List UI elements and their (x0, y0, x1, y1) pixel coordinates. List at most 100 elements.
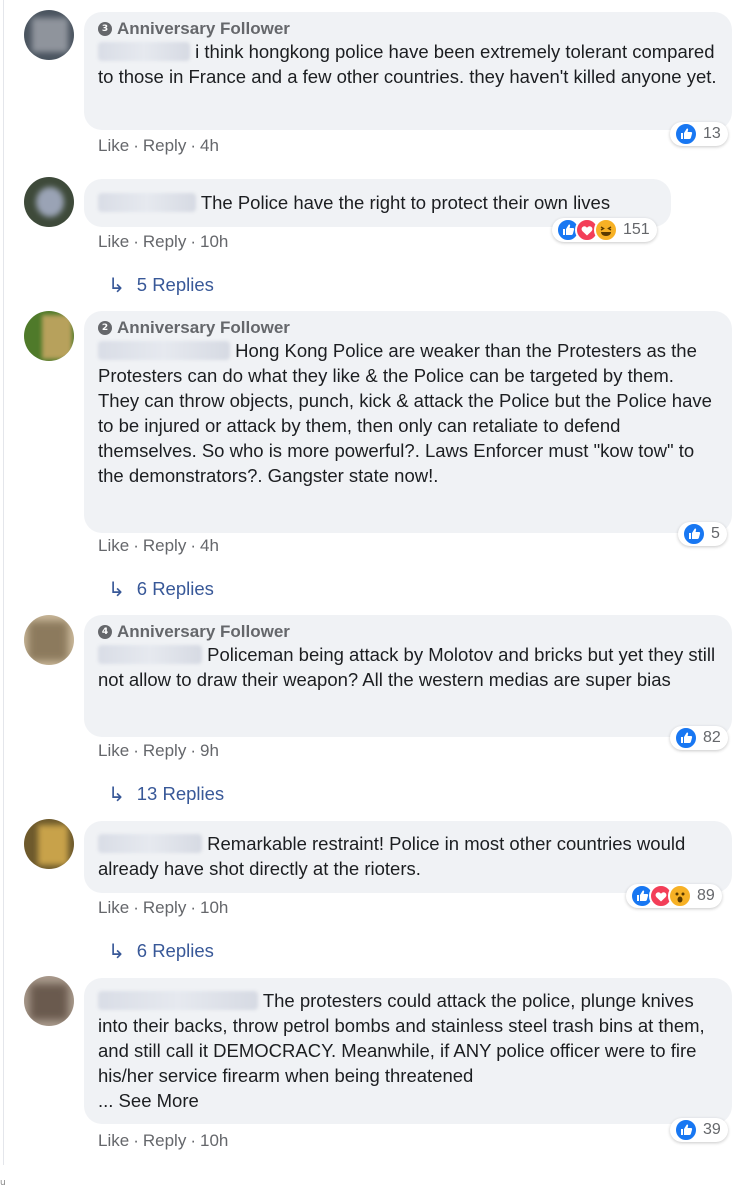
timestamp[interactable]: 9h (200, 741, 219, 760)
comment-actions: Like · Reply · 4h (98, 136, 219, 156)
comment-text: The protesters could attack the police, … (98, 988, 718, 1113)
author-name[interactable] (98, 341, 230, 360)
reaction-summary[interactable]: 82 (670, 726, 728, 750)
comment-body: Hong Kong Police are weaker than the Pro… (98, 340, 712, 486)
avatar[interactable] (24, 177, 74, 227)
timestamp[interactable]: 4h (200, 536, 219, 555)
like-link[interactable]: Like (98, 741, 129, 760)
reply-link[interactable]: Reply (143, 232, 186, 251)
comment-text: i think hongkong police have been extrem… (98, 39, 718, 89)
separator: · (133, 741, 139, 760)
avatar[interactable] (24, 311, 74, 361)
like-link[interactable]: Like (98, 898, 129, 917)
reaction-count: 89 (697, 887, 715, 904)
reply-link[interactable]: Reply (143, 1131, 186, 1150)
wow-reaction-icon (668, 884, 692, 908)
comment-bubble: The protesters could attack the police, … (84, 978, 732, 1124)
replies-count: 6 Replies (136, 578, 214, 599)
reaction-summary[interactable]: 89 (626, 884, 722, 908)
badge-label: Anniversary Follower (117, 318, 290, 337)
separator: · (190, 136, 196, 155)
comment-bubble: 2 Anniversary Follower Hong Kong Police … (84, 311, 732, 533)
reply-link[interactable]: Reply (143, 741, 186, 760)
separator: · (190, 741, 196, 760)
comment-actions: Like · Reply · 9h (98, 741, 219, 761)
comment-actions: Like · Reply · 10h (98, 232, 228, 252)
view-replies-link[interactable]: ↳ 13 Replies (108, 783, 224, 805)
avatar[interactable] (24, 10, 74, 60)
reaction-summary[interactable]: 39 (670, 1118, 728, 1142)
reply-arrow-icon: ↳ (108, 577, 125, 601)
view-replies-link[interactable]: ↳ 6 Replies (108, 940, 214, 962)
author-name[interactable] (98, 193, 196, 212)
badge-label: Anniversary Follower (117, 19, 290, 38)
reaction-count: 151 (623, 221, 650, 238)
author-name[interactable] (98, 834, 202, 853)
separator: · (190, 1131, 196, 1150)
comment-body: The Police have the right to protect the… (200, 192, 611, 213)
left-rule (3, 0, 4, 1165)
badge-icon: 2 (98, 321, 112, 335)
badge-icon: 3 (98, 22, 112, 36)
avatar[interactable] (24, 615, 74, 665)
anniversary-badge: 2 Anniversary Follower (98, 318, 718, 338)
like-link[interactable]: Like (98, 536, 129, 555)
separator: · (133, 898, 139, 917)
like-link[interactable]: Like (98, 232, 129, 251)
haha-reaction-icon (594, 218, 618, 242)
timestamp[interactable]: 10h (200, 898, 228, 917)
timestamp[interactable]: 10h (200, 1131, 228, 1150)
replies-count: 6 Replies (136, 940, 214, 961)
view-replies-link[interactable]: ↳ 6 Replies (108, 578, 214, 600)
badge-label: Anniversary Follower (117, 622, 290, 641)
comment-bubble: 4 Anniversary Follower Policeman being a… (84, 615, 732, 737)
like-link[interactable]: Like (98, 1131, 129, 1150)
separator: · (133, 232, 139, 251)
view-replies-link[interactable]: ↳ 5 Replies (108, 274, 214, 296)
comment-text: Hong Kong Police are weaker than the Pro… (98, 338, 718, 488)
reaction-count: 39 (703, 1121, 721, 1138)
comment-text: Remarkable restraint! Police in most oth… (98, 831, 718, 881)
like-reaction-icon (682, 522, 706, 546)
separator: · (190, 536, 196, 555)
reply-arrow-icon: ↳ (108, 782, 125, 806)
comment-text: The Police have the right to protect the… (98, 190, 657, 215)
reaction-count: 5 (711, 525, 720, 542)
author-name[interactable] (98, 991, 258, 1010)
replies-count: 13 Replies (136, 783, 225, 804)
reaction-count: 13 (703, 125, 721, 142)
comment-actions: Like · Reply · 10h (98, 898, 228, 918)
timestamp[interactable]: 10h (200, 232, 228, 251)
reaction-summary[interactable]: 5 (678, 522, 727, 546)
anniversary-badge: 4 Anniversary Follower (98, 622, 718, 642)
reaction-summary[interactable]: 151 (552, 218, 657, 242)
like-reaction-icon (674, 726, 698, 750)
reply-link[interactable]: Reply (143, 898, 186, 917)
reply-arrow-icon: ↳ (108, 939, 125, 963)
reply-link[interactable]: Reply (143, 136, 186, 155)
reply-link[interactable]: Reply (143, 536, 186, 555)
see-more-link[interactable]: ... See More (98, 1090, 199, 1111)
reply-arrow-icon: ↳ (108, 273, 125, 297)
replies-count: 5 Replies (136, 274, 214, 295)
separator: · (190, 232, 196, 251)
comment-actions: Like · Reply · 4h (98, 536, 219, 556)
author-name[interactable] (98, 42, 190, 61)
comment-text: Policeman being attack by Molotov and br… (98, 642, 718, 692)
like-link[interactable]: Like (98, 136, 129, 155)
reaction-summary[interactable]: 13 (670, 122, 728, 146)
comment-bubble: 3 Anniversary Follower i think hongkong … (84, 12, 732, 130)
author-name[interactable] (98, 645, 202, 664)
badge-icon: 4 (98, 625, 112, 639)
comment-actions: Like · Reply · 10h (98, 1131, 228, 1151)
timestamp[interactable]: 4h (200, 136, 219, 155)
like-reaction-icon (674, 122, 698, 146)
avatar[interactable] (24, 819, 74, 869)
comment-bubble: Remarkable restraint! Police in most oth… (84, 821, 732, 893)
avatar[interactable] (24, 976, 74, 1026)
separator: · (133, 1131, 139, 1150)
separator: · (133, 536, 139, 555)
separator: · (190, 898, 196, 917)
anniversary-badge: 3 Anniversary Follower (98, 19, 718, 39)
separator: · (133, 136, 139, 155)
